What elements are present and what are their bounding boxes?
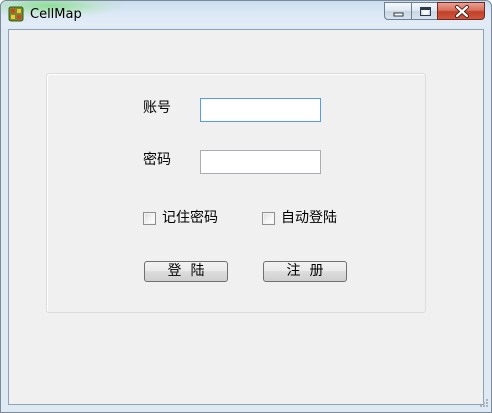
register-button[interactable]: 注 册 xyxy=(263,261,347,282)
resize-grip-icon[interactable] xyxy=(477,398,489,410)
remember-password-label: 记住密码 xyxy=(162,210,218,226)
login-window: CellMap 账号 密码 记住密码 自动登陆 登 陆 注 册 xyxy=(0,0,492,413)
remember-password-checkbox[interactable] xyxy=(143,211,156,225)
close-button[interactable] xyxy=(437,2,485,20)
password-label: 密码 xyxy=(143,152,171,168)
title-bar[interactable]: CellMap xyxy=(1,1,491,29)
login-button[interactable]: 登 陆 xyxy=(144,261,228,282)
window-title: CellMap xyxy=(30,7,82,22)
auto-login-checkbox[interactable] xyxy=(262,211,275,225)
auto-login-label: 自动登陆 xyxy=(281,210,337,226)
maximize-button[interactable] xyxy=(411,2,438,20)
account-label: 账号 xyxy=(143,100,171,116)
cellmap-app-icon[interactable] xyxy=(8,6,24,22)
close-icon xyxy=(455,5,469,18)
account-input[interactable] xyxy=(200,98,321,122)
auto-login-option[interactable]: 自动登陆 xyxy=(262,210,337,226)
password-input[interactable] xyxy=(200,150,321,174)
client-area: 账号 密码 记住密码 自动登陆 登 陆 注 册 xyxy=(8,29,484,405)
maximize-icon xyxy=(420,7,431,16)
minimize-icon xyxy=(393,12,404,17)
remember-password-option[interactable]: 记住密码 xyxy=(143,210,218,226)
minimize-button[interactable] xyxy=(384,2,412,20)
